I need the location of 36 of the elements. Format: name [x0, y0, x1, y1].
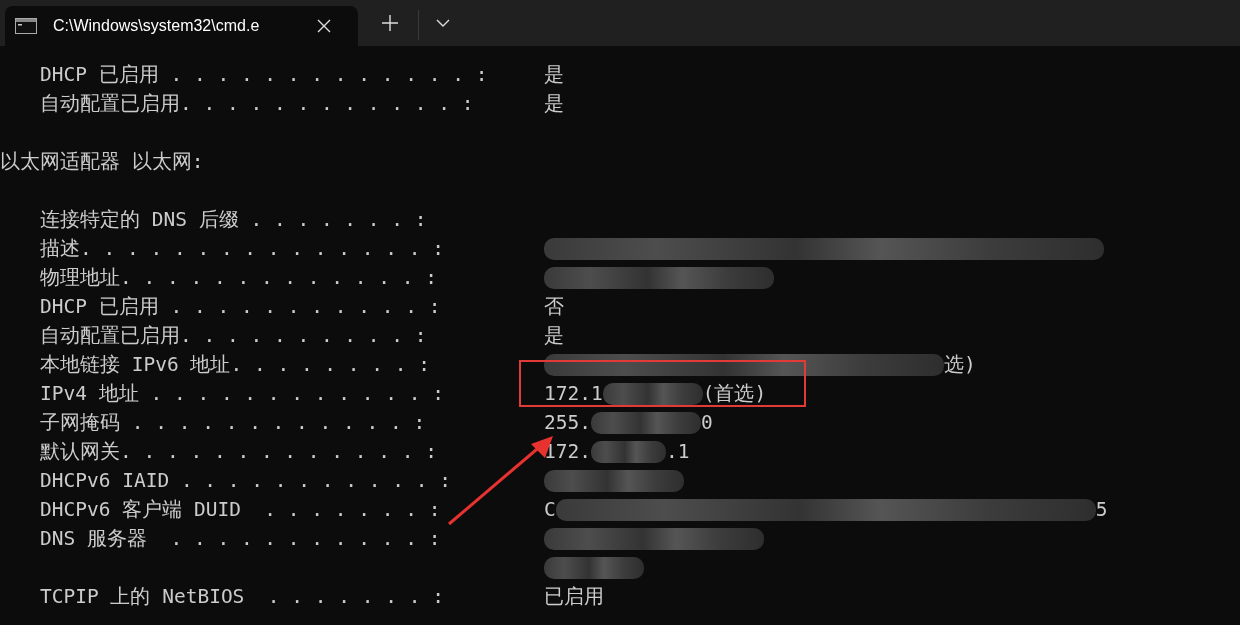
field-value: 5	[1095, 498, 1108, 521]
field-value: 是	[544, 91, 564, 117]
field-value: 0	[700, 411, 713, 434]
field-value: 172.1	[544, 382, 603, 405]
field-value: 255.	[544, 411, 591, 434]
field-label: 连接特定的 DNS 后缀 . . . . . . . :	[40, 207, 428, 233]
field-label: DHCPv6 IAID . . . . . . . . . . . :	[40, 469, 452, 492]
field-label: 自动配置已启用. . . . . . . . . . . . :	[40, 91, 475, 117]
field-label: DHCP 已启用 . . . . . . . . . . . :	[40, 294, 442, 320]
adapter-heading: 以太网适配器 以太网:	[0, 149, 204, 175]
field-value: 已启用	[544, 584, 604, 610]
field-value: (首选)	[702, 381, 767, 407]
field-label: 本地链接 IPv6 地址. . . . . . . . :	[40, 352, 432, 378]
field-label: 默认网关. . . . . . . . . . . . . :	[40, 439, 438, 465]
terminal-icon	[15, 18, 37, 34]
field-value: 选)	[944, 352, 976, 378]
add-tab-icon[interactable]	[382, 15, 398, 31]
field-value: .1	[665, 440, 690, 463]
tab-title: C:\Windows\system32\cmd.e	[53, 17, 261, 35]
field-label: IPv4 地址 . . . . . . . . . . . . :	[40, 381, 445, 407]
dropdown-chevron-icon[interactable]	[436, 19, 450, 27]
field-label: 子网掩码 . . . . . . . . . . . . :	[40, 410, 427, 436]
field-label: 描述. . . . . . . . . . . . . . . :	[40, 236, 445, 262]
field-value: 是	[544, 323, 564, 349]
close-icon[interactable]	[317, 19, 331, 33]
field-value: 是	[544, 62, 564, 88]
field-label: TCPIP 上的 NetBIOS . . . . . . . :	[40, 584, 445, 610]
field-label: DNS 服务器 . . . . . . . . . . . :	[40, 526, 442, 552]
field-value: 172.	[544, 440, 591, 463]
field-value: 否	[544, 294, 564, 320]
field-label: 物理地址. . . . . . . . . . . . . :	[40, 265, 438, 291]
field-label: DHCPv6 客户端 DUID . . . . . . . :	[40, 497, 442, 523]
field-value: C	[544, 498, 556, 521]
terminal-tab[interactable]: C:\Windows\system32\cmd.e	[5, 6, 358, 46]
field-label: DHCP 已启用 . . . . . . . . . . . . . :	[40, 62, 489, 88]
field-label: 自动配置已启用. . . . . . . . . . :	[40, 323, 428, 349]
